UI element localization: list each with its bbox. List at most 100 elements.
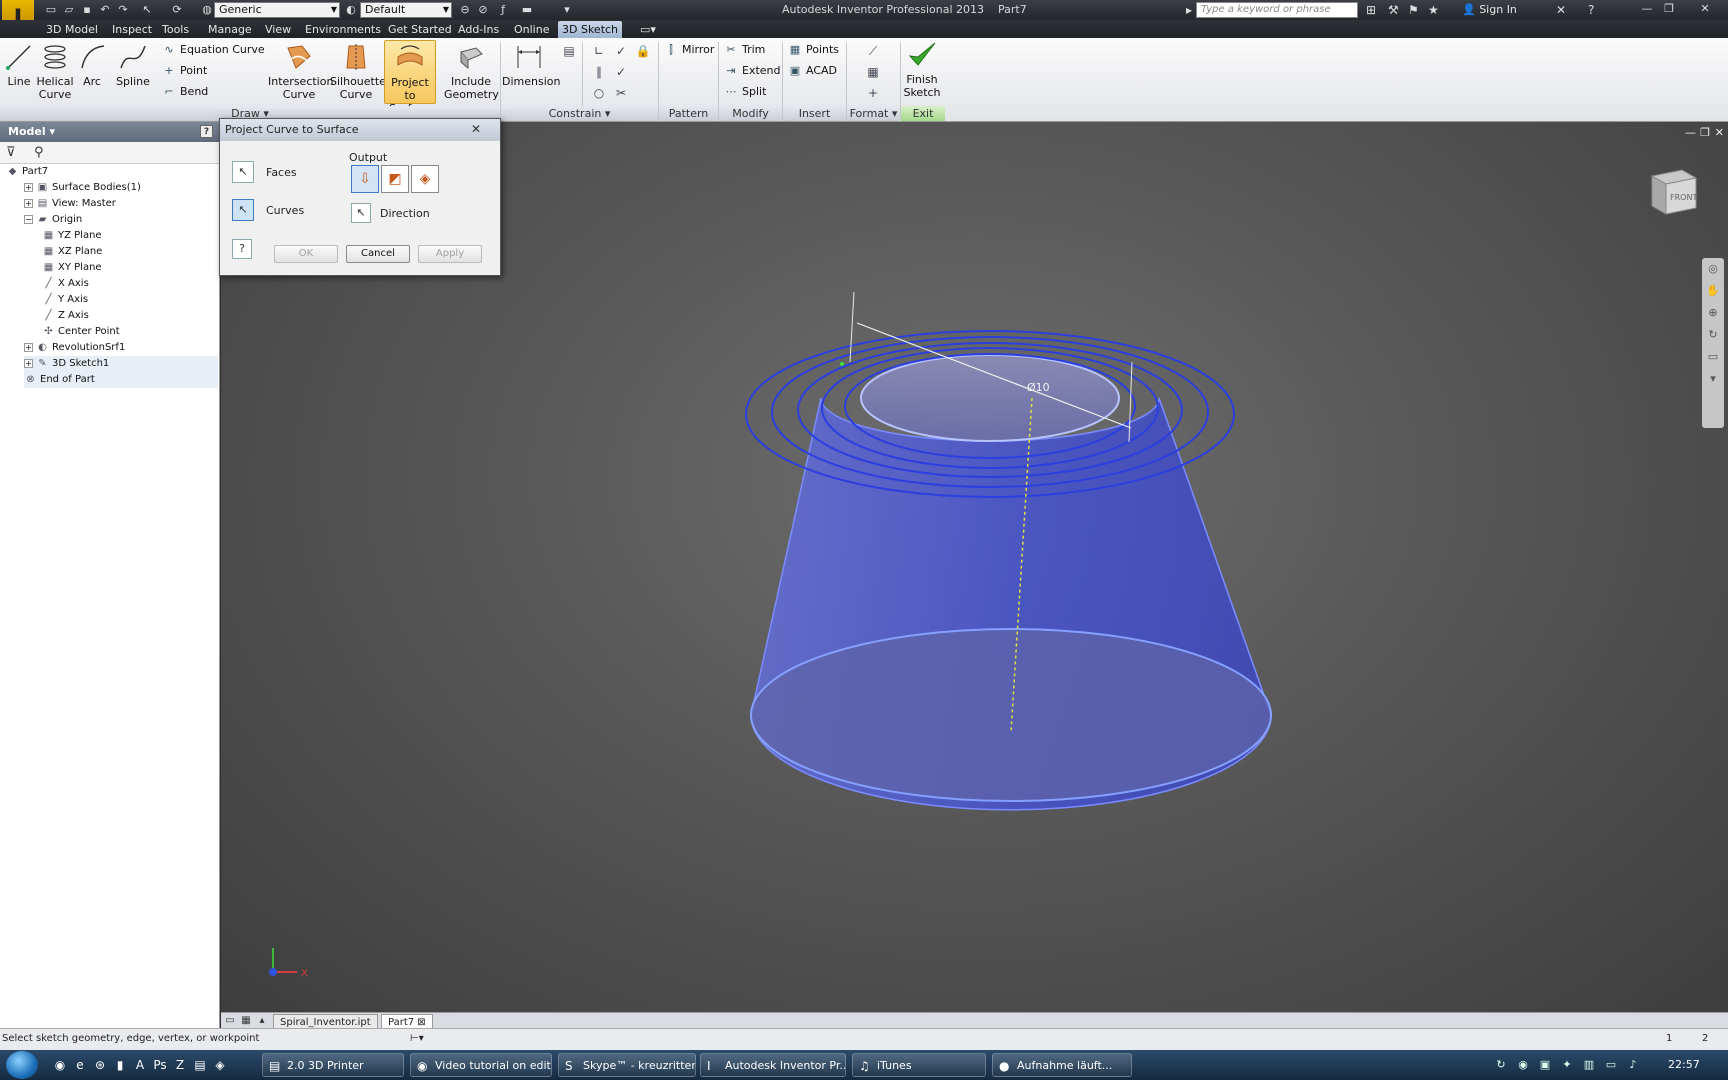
diameter-dimension[interactable]: Ø10 <box>1027 381 1050 394</box>
search-expand-icon[interactable]: ▸ <box>1186 3 1192 17</box>
tree-item[interactable]: ▦ XZ Plane <box>42 244 218 260</box>
silhouette-curve-button[interactable]: Silhouette Curve <box>330 42 386 101</box>
intersection-curve-button[interactable]: Intersection Curve <box>268 42 333 101</box>
tab-manage[interactable]: Manage <box>204 21 256 38</box>
panel-constrain[interactable]: Constrain ▾ <box>501 106 658 121</box>
include-geometry-button[interactable]: Include Geometry <box>444 42 499 101</box>
sign-in-button[interactable]: 👤 Sign In <box>1462 3 1517 16</box>
arc-button[interactable]: Arc <box>78 42 106 88</box>
tray-chrome-icon[interactable]: ◉ <box>1516 1058 1530 1072</box>
helical-curve-button[interactable]: Helical Curve <box>36 42 74 101</box>
tangent-constraint-icon[interactable]: ○ <box>590 84 608 102</box>
tab-inspect[interactable]: Inspect <box>108 21 156 38</box>
apply-button[interactable]: Apply <box>418 245 482 263</box>
dimension-button[interactable]: Dimension <box>502 42 560 88</box>
redo-icon[interactable]: ↷ <box>116 3 130 17</box>
tray-app-icon[interactable]: ▣ <box>1538 1058 1552 1072</box>
start-button[interactable] <box>6 1051 38 1079</box>
viewport-minimize-icon[interactable]: — <box>1685 126 1696 139</box>
taskbar-task[interactable]: I Autodesk Inventor Pr... <box>700 1053 846 1077</box>
ok-button[interactable]: OK <box>274 245 338 263</box>
tree-item[interactable]: ╱ X Axis <box>42 276 218 292</box>
expand-toggle-icon[interactable]: − <box>24 214 33 224</box>
subscription-icon[interactable]: ⚒ <box>1388 3 1399 17</box>
doc-tab-part7[interactable]: Part7 ⊠ <box>381 1014 433 1029</box>
line-weight-icon[interactable]: ▬ <box>520 3 534 17</box>
tree-item[interactable]: + ◐ RevolutionSrf1 <box>24 340 218 356</box>
media-icon[interactable]: ◈ <box>212 1057 228 1073</box>
select-icon[interactable]: ↖ <box>140 3 154 17</box>
ie-icon[interactable]: e <box>72 1057 88 1073</box>
help-icon[interactable]: ? <box>200 125 213 138</box>
tree-item[interactable]: ⊗ End of Part <box>24 372 218 388</box>
dialog-title-bar[interactable]: Project Curve to Surface ✕ <box>220 119 500 141</box>
binoculars-icon[interactable]: ⊞ <box>1366 3 1376 17</box>
acad-button[interactable]: ▣ ACAD <box>788 62 837 80</box>
tray-dropbox-icon[interactable]: ✦ <box>1560 1058 1574 1072</box>
taskbar-task[interactable]: ♫ iTunes <box>852 1053 986 1077</box>
show-format-icon[interactable]: ▦ <box>864 63 882 81</box>
equation-curve-button[interactable]: ∿ Equation Curve <box>162 41 264 59</box>
expand-toggle-icon[interactable]: + <box>24 198 33 208</box>
tab-online[interactable]: Online <box>510 21 553 38</box>
dialog-help-icon[interactable]: ? <box>232 239 252 259</box>
open-icon[interactable]: ▱ <box>62 3 76 17</box>
steering-wheel-icon[interactable]: ◎ <box>1702 258 1724 280</box>
project-along-vector-icon[interactable]: ⇩ <box>351 165 379 193</box>
taskbar-task[interactable]: ◉ Video tutorial on edit... <box>410 1053 552 1077</box>
close-icon[interactable]: ✕ <box>1696 1 1714 16</box>
sketch-point[interactable] <box>840 362 844 366</box>
wrap-to-surface-icon[interactable]: ◈ <box>411 165 439 193</box>
expand-toggle-icon[interactable]: + <box>24 342 33 352</box>
cascade-windows-icon[interactable]: ▦ <box>239 1014 253 1028</box>
collinear-constraint-icon[interactable]: ✓ <box>612 63 630 81</box>
tree-item[interactable]: ╱ Z Axis <box>42 308 218 324</box>
favorites-icon[interactable]: ★ <box>1428 3 1439 17</box>
new-icon[interactable]: ▭ <box>44 3 58 17</box>
filter-icon[interactable]: ⊽ <box>6 145 16 160</box>
appearance-combo[interactable]: Default ▼ <box>360 2 452 18</box>
help-icon[interactable]: ? <box>1588 3 1594 17</box>
pan-icon[interactable]: ✋ <box>1702 280 1724 302</box>
finish-sketch-button[interactable]: Finish Sketch <box>902 40 942 99</box>
cone-bottom-edge[interactable] <box>750 628 1272 802</box>
mirror-button[interactable]: ⫿ Mirror <box>664 41 714 59</box>
cancel-button[interactable]: Cancel <box>346 245 410 263</box>
dialog-close-button[interactable]: ✕ <box>456 121 496 138</box>
tray-display-icon[interactable]: ▭ <box>1604 1058 1618 1072</box>
tree-item[interactable]: ▦ YZ Plane <box>42 228 218 244</box>
save-icon[interactable]: ▪ <box>80 3 94 17</box>
viewcube[interactable]: FRONT <box>1644 162 1700 218</box>
filezilla-icon[interactable]: Z <box>172 1057 188 1073</box>
expand-toggle-icon[interactable]: + <box>24 182 33 192</box>
parallel-constraint-icon[interactable]: ∥ <box>590 63 608 81</box>
clear-appearance-icon[interactable]: ⊘ <box>476 3 490 17</box>
photoshop-icon[interactable]: Ps <box>152 1057 168 1073</box>
tree-item[interactable]: ╱ Y Axis <box>42 292 218 308</box>
extend-button[interactable]: ⇥ Extend <box>724 62 780 80</box>
points-button[interactable]: ▦ Points <box>788 41 839 59</box>
material-combo[interactable]: Generic ▼ <box>214 2 340 18</box>
tree-item[interactable]: + ✎ 3D Sketch1 <box>24 356 218 372</box>
tree-item[interactable]: ✣ Center Point <box>42 324 218 340</box>
look-at-icon[interactable]: ▭ <box>1702 346 1724 368</box>
doc-tab-close-icon[interactable]: ⊠ <box>417 1017 425 1028</box>
update-icon[interactable]: ⟳ <box>170 3 184 17</box>
tray-network-icon[interactable]: ▥ <box>1582 1058 1596 1072</box>
tree-item[interactable]: − ▰ Origin <box>24 212 218 228</box>
smooth-constraint-icon[interactable]: ✂ <box>612 84 630 102</box>
open-documents-icon[interactable]: ▴ <box>255 1014 269 1028</box>
tab-view[interactable]: View <box>261 21 295 38</box>
fx-icon[interactable]: ƒ <box>496 3 510 17</box>
project-to-surface-button[interactable]: Project to Surface <box>384 40 436 115</box>
appearance-icon[interactable]: ◐ <box>344 3 358 17</box>
navbar-options-icon[interactable]: ▾ <box>1702 368 1724 390</box>
tab-tools[interactable]: Tools <box>158 21 193 38</box>
curves-select-icon[interactable]: ↖ <box>232 199 254 221</box>
browser-header[interactable]: Model ▾ ? <box>0 122 219 142</box>
centerline-icon[interactable]: + <box>864 84 882 102</box>
folder-icon[interactable]: ▤ <box>192 1057 208 1073</box>
tab-environments[interactable]: Environments <box>301 21 385 38</box>
tree-item[interactable]: ◆ Part7 <box>6 164 218 180</box>
taskbar-task[interactable]: S Skype™ - kreuzritter15 <box>558 1053 696 1077</box>
